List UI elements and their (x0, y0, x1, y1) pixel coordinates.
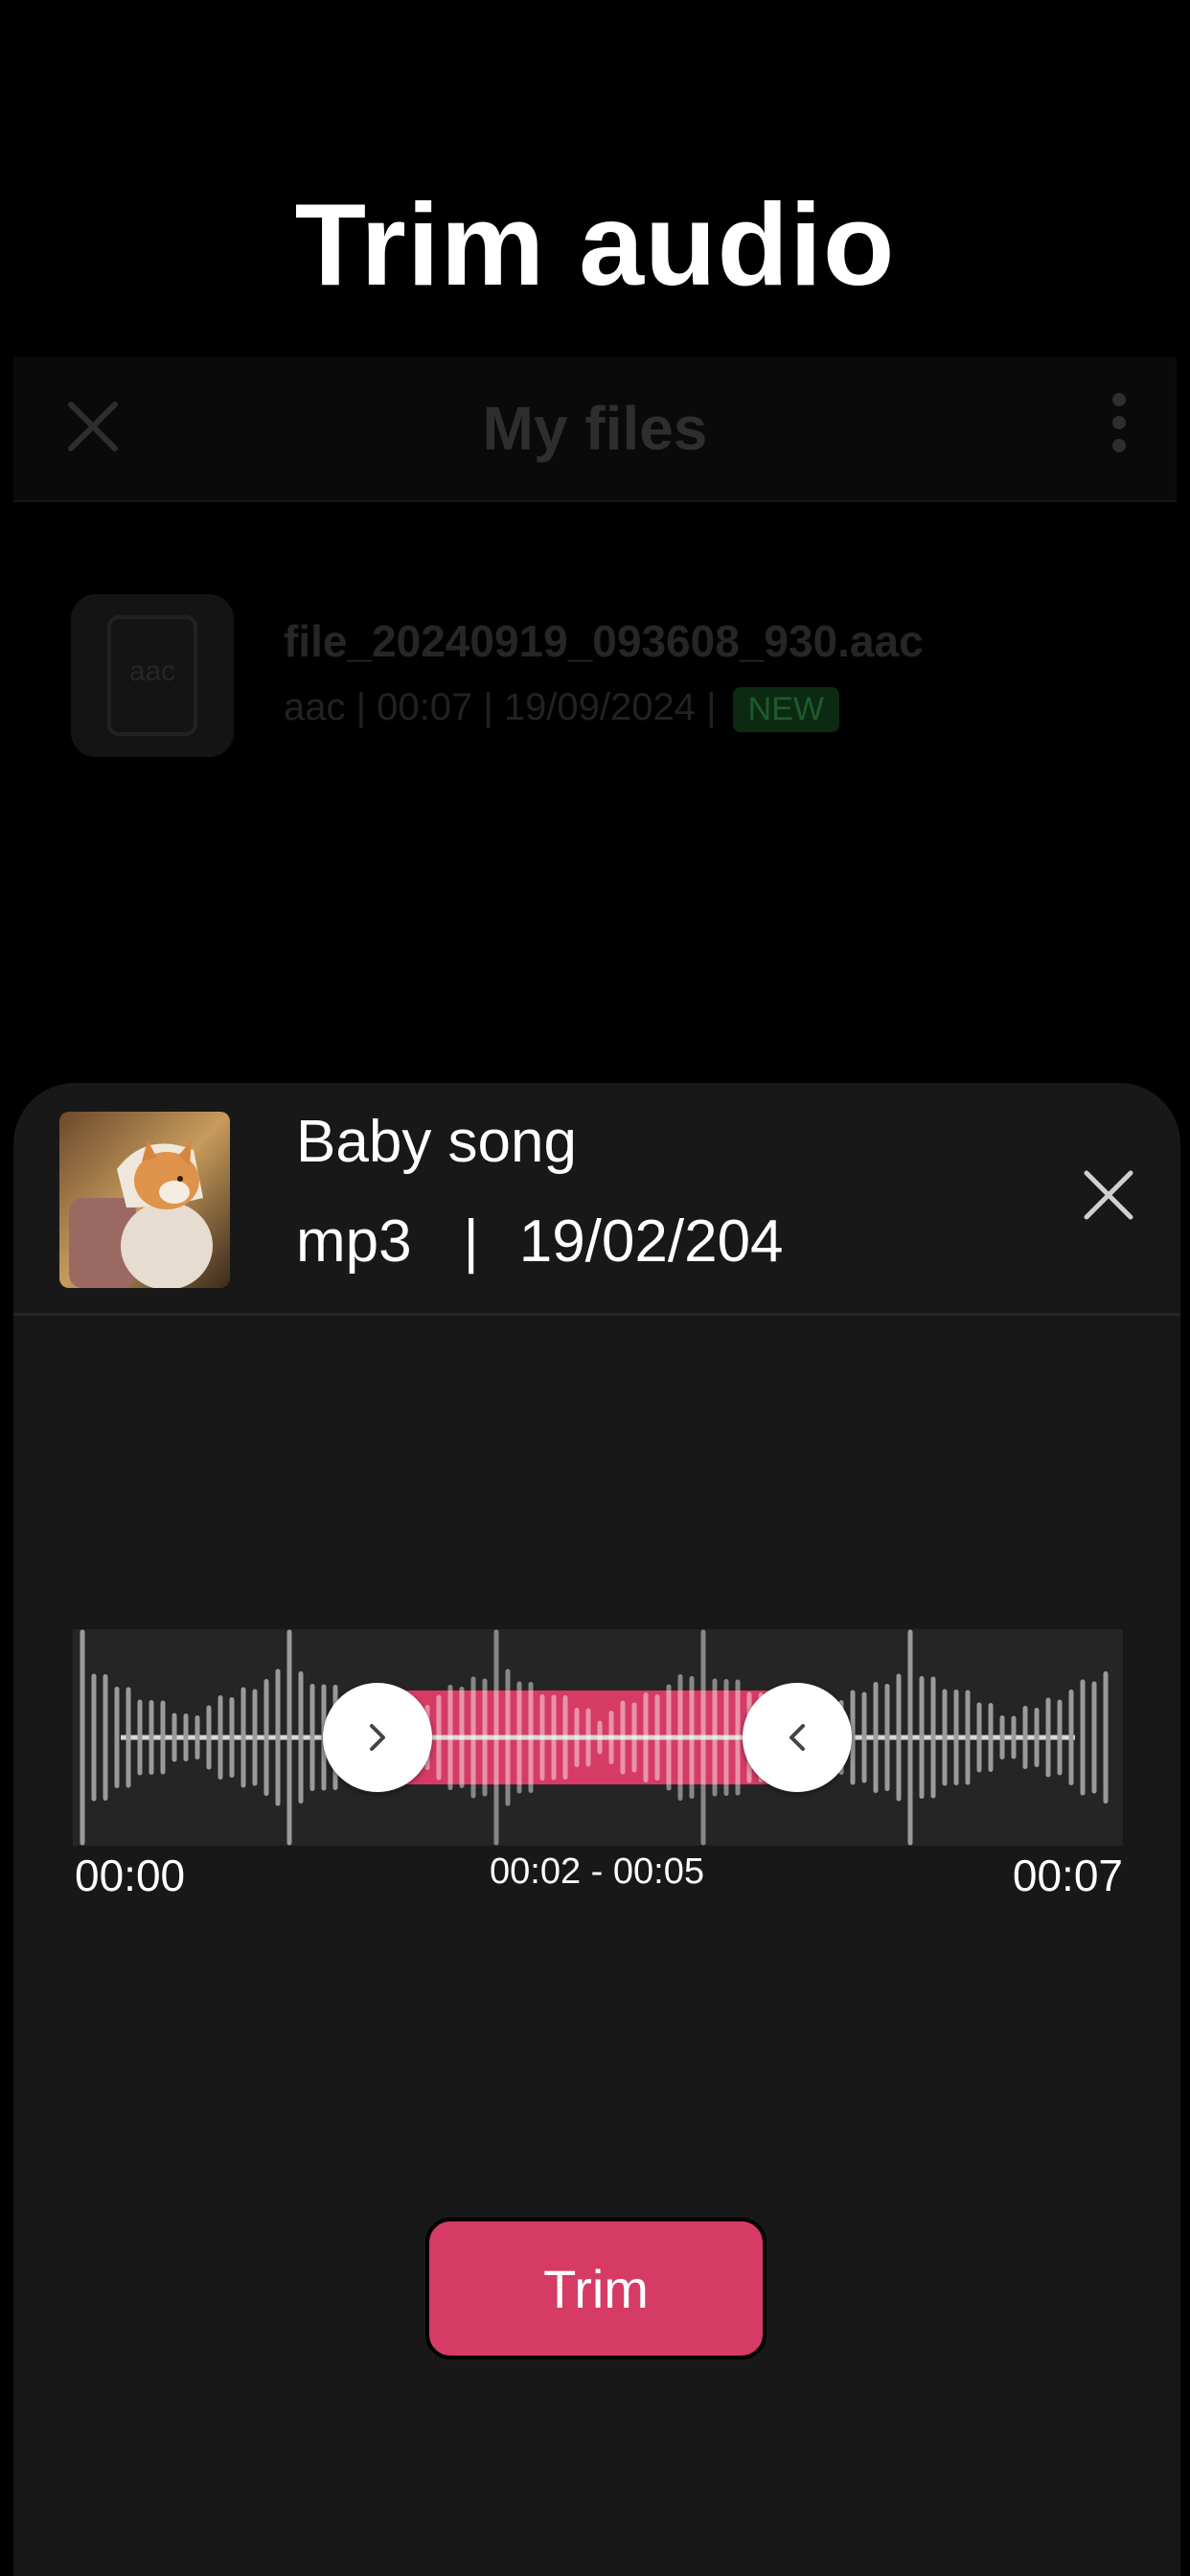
new-badge: NEW (732, 686, 839, 732)
background-top-bar: My files (13, 356, 1177, 502)
file-meta: aac | 00:07 | 19/09/2024 | NEW (284, 686, 839, 732)
trim-button[interactable]: Trim (425, 2218, 767, 2359)
song-date: 19/02/204 (518, 1208, 784, 1275)
trim-start-handle[interactable] (322, 1683, 432, 1792)
file-icon: aac (71, 594, 234, 757)
file-meta-text: aac | 00:07 | 19/09/2024 | (284, 686, 717, 728)
waveform (80, 1629, 1109, 1846)
selected-range-label: 00:02 - 00:05 (490, 1852, 704, 1892)
more-vert-icon (1100, 383, 1138, 470)
file-thumb-ext: aac (128, 656, 176, 687)
file-name: file_20240919_093608_930.aac (284, 616, 924, 666)
end-time-label: 00:07 (1012, 1851, 1123, 1900)
song-title: Baby song (296, 1109, 577, 1175)
close-icon[interactable] (1079, 1165, 1138, 1225)
trim-bottom-sheet: Baby song mp3 | 19/02/204 00:00 00:02 - 00… (13, 1083, 1180, 2576)
song-format: mp3 (296, 1208, 412, 1275)
waveform-trimmer[interactable] (73, 1629, 1123, 1846)
song-meta: mp3 | 19/02/204 (296, 1208, 784, 1276)
trim-end-handle[interactable] (743, 1683, 853, 1792)
chevron-right-icon (369, 1724, 385, 1751)
background-title: My files (482, 394, 708, 463)
sheet-header: Baby song mp3 | 19/02/204 (13, 1083, 1180, 1316)
promo-headline: Trim audio (294, 179, 896, 310)
album-art (59, 1112, 230, 1288)
meta-separator: | (463, 1208, 479, 1275)
chevron-left-icon (790, 1724, 806, 1751)
